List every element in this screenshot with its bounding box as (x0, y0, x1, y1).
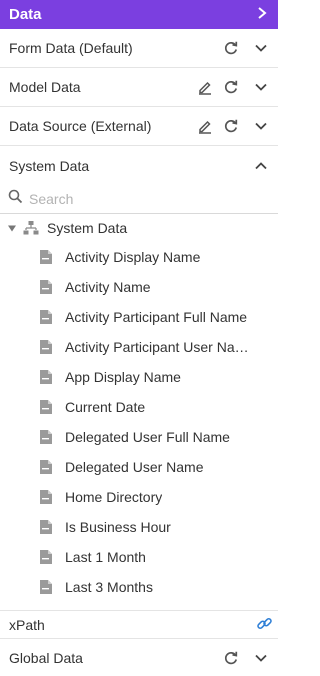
caret-down-icon[interactable] (7, 223, 17, 233)
document-icon (39, 369, 53, 385)
section-label: Global Data (9, 649, 83, 666)
tree-root-system-data[interactable]: System Data (0, 217, 278, 239)
list-item-label: Delegated User Full Name (65, 429, 230, 445)
list-item[interactable]: Current Date (0, 392, 278, 422)
section-model-data[interactable]: Model Data (0, 68, 278, 107)
document-icon (39, 339, 53, 355)
list-item-label: Activity Name (65, 279, 151, 295)
list-item-label: Is Business Hour (65, 519, 171, 535)
document-icon (39, 309, 53, 325)
search-bar (0, 185, 278, 214)
list-item-label: App Display Name (65, 369, 181, 385)
document-icon (39, 579, 53, 595)
list-item[interactable]: Delegated User Full Name (0, 422, 278, 452)
refresh-icon[interactable] (222, 649, 240, 667)
list-item-label: Delegated User Name (65, 459, 204, 475)
panel-title: Data (9, 6, 42, 23)
section-label: Model Data (9, 79, 81, 95)
list-item-label: Current Date (65, 399, 146, 415)
list-item-label: Activity Participant User Name (65, 339, 253, 355)
section-label: Data Source (External) (9, 118, 152, 134)
list-item[interactable]: Delegated User Name (0, 452, 278, 482)
system-data-list: Activity Display Name Activity Name Acti… (0, 242, 278, 602)
document-icon (39, 249, 53, 265)
chevron-down-icon[interactable] (252, 39, 270, 57)
list-item[interactable]: Activity Display Name (0, 242, 278, 272)
list-item[interactable]: Activity Participant Full Name (0, 302, 278, 332)
list-item-label: Activity Participant Full Name (65, 309, 248, 325)
section-form-data[interactable]: Form Data (Default) (0, 29, 278, 68)
section-label: System Data (9, 157, 90, 174)
chevron-right-icon[interactable] (256, 6, 268, 23)
link-icon[interactable] (256, 615, 273, 635)
document-icon (39, 519, 53, 535)
list-item-label: Last 3 Months (65, 579, 153, 595)
document-icon (39, 489, 53, 505)
document-icon (39, 459, 53, 475)
list-item[interactable]: Is Business Hour (0, 512, 278, 542)
list-item[interactable]: Last 1 Month (0, 542, 278, 572)
list-item[interactable]: App Display Name (0, 362, 278, 392)
chevron-down-icon[interactable] (252, 117, 270, 135)
search-input[interactable] (29, 191, 269, 207)
document-icon (39, 429, 53, 445)
list-item[interactable]: Home Directory (0, 482, 278, 512)
refresh-icon[interactable] (222, 117, 240, 135)
chevron-down-icon[interactable] (252, 78, 270, 96)
list-item[interactable]: Activity Name (0, 272, 278, 302)
chevron-down-icon[interactable] (252, 649, 270, 667)
tree-root-label: System Data (47, 220, 128, 236)
refresh-icon[interactable] (222, 78, 240, 96)
list-item-label: Activity Display Name (65, 249, 201, 265)
document-icon (39, 549, 53, 565)
section-data-source[interactable]: Data Source (External) (0, 107, 278, 146)
list-item[interactable]: Last 3 Months (0, 572, 278, 602)
hierarchy-icon (23, 220, 39, 236)
edit-icon[interactable] (196, 78, 214, 96)
list-item-label: Last 1 Month (65, 549, 146, 565)
section-label: Form Data (Default) (9, 40, 133, 56)
refresh-icon[interactable] (222, 39, 240, 57)
section-system-data[interactable]: System Data (0, 146, 278, 185)
section-global-data[interactable]: Global Data (0, 639, 278, 676)
edit-icon[interactable] (196, 117, 214, 135)
xpath-label: xPath (9, 616, 45, 633)
document-icon (39, 279, 53, 295)
document-icon (39, 399, 53, 415)
search-icon (8, 189, 23, 209)
xpath-row[interactable]: xPath (0, 610, 278, 639)
data-panel-header[interactable]: Data (0, 0, 278, 29)
chevron-up-icon[interactable] (252, 157, 270, 175)
list-item[interactable]: Activity Participant User Name (0, 332, 278, 362)
list-item-label: Home Directory (65, 489, 163, 505)
